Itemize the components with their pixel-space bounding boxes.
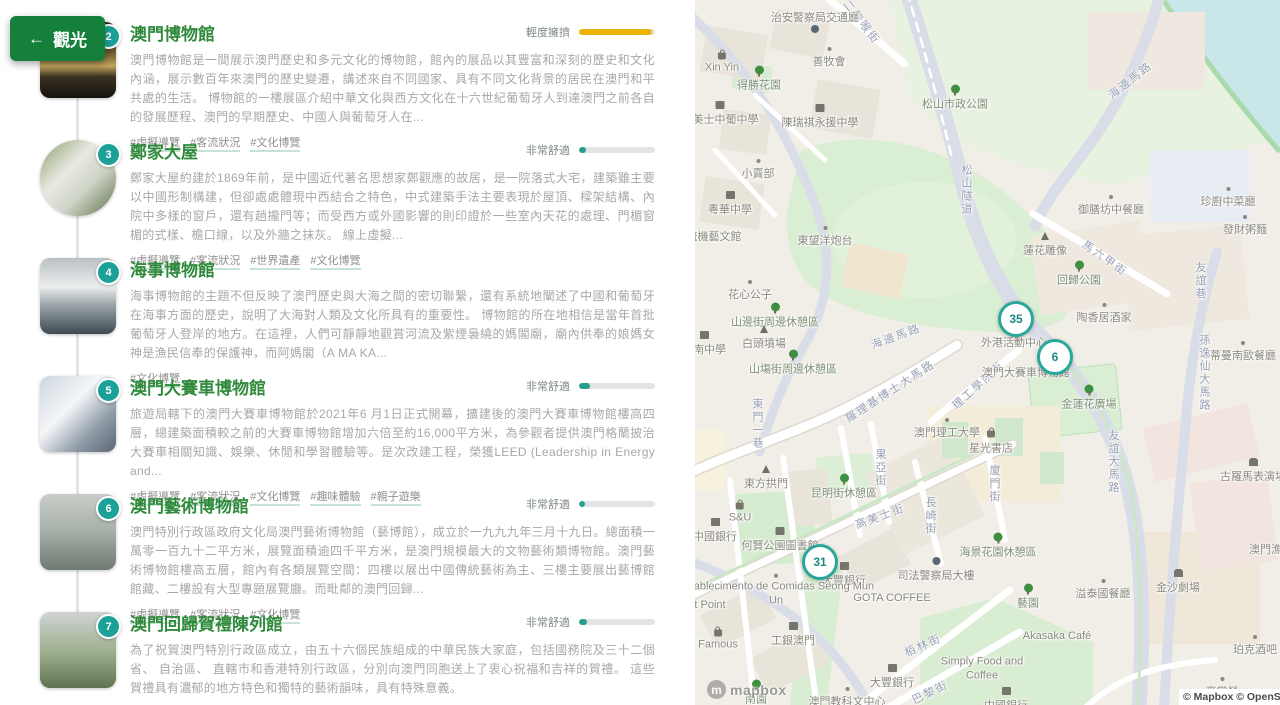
crowd-status-bar: [579, 147, 655, 153]
attraction-item: 5 澳門大賽車博物館 非常舒適 旅遊局轄下的澳門大賽車博物館於2021年6 月1…: [0, 369, 695, 487]
attraction-item: 7 澳門回歸賀禮陳列館 非常舒適 為了祝賀澳門特別行政區成立，由五十六個民族組成…: [0, 605, 695, 705]
attraction-description: 為了祝賀澳門特別行政區成立，由五十六個民族組成的中華民族大家庭，包括國務院及三十…: [130, 641, 655, 698]
attraction-item: 4 海事博物館 海事博物館的主題不但反映了澳門歷史與大海之間的密切聯繫，還有系統…: [0, 251, 695, 369]
mapbox-logo[interactable]: m mapbox: [707, 680, 787, 699]
crowd-status-label: 非常舒適: [526, 378, 570, 394]
crowd-status-bar-fill: [579, 29, 652, 35]
back-button[interactable]: ← 觀光: [10, 16, 105, 61]
attraction-description: 旅遊局轄下的澳門大賽車博物館於2021年6 月1日正式開幕，擴建後的澳門大賽車博…: [130, 405, 655, 481]
back-arrow-icon: ←: [28, 29, 45, 49]
map-attribution[interactable]: © Mapbox © OpenStreetMap: [1179, 689, 1280, 705]
map[interactable]: 二龍喉街海邊馬路松山隧道馬六甲街友誼巷孫逸仙大馬路海邊馬路羅理基博士大馬路理工學…: [695, 0, 1280, 705]
crowd-status-label: 非常舒適: [526, 614, 570, 630]
crowd-status-bar-fill: [579, 501, 585, 507]
map-marker-35[interactable]: 35: [998, 301, 1034, 337]
attraction-number-badge: 7: [96, 614, 121, 639]
attraction-title[interactable]: 澳門博物館: [130, 20, 215, 45]
attraction-title[interactable]: 鄭家大屋: [130, 138, 198, 163]
attraction-number-badge: 4: [96, 260, 121, 285]
attraction-description: 海事博物館的主題不但反映了澳門歷史與大海之間的密切聯繫，還有系統地闡述了中國和葡…: [130, 287, 655, 363]
map-marker-6[interactable]: 6: [1037, 339, 1073, 375]
crowd-status: 輕度擁擠: [526, 24, 655, 40]
attraction-description: 澳門博物館是一間展示澳門歷史和多元文化的博物館，館內的展品以其豐富和深刻的歷史和…: [130, 51, 655, 127]
crowd-status-bar: [579, 619, 655, 625]
attraction-title[interactable]: 澳門回歸賀禮陳列館: [130, 610, 283, 635]
attraction-title[interactable]: 海事博物館: [130, 256, 215, 281]
attraction-item: 6 澳門藝術博物館 非常舒適 澳門特別行政區政府文化局澳門藝術博物館（藝博館），…: [0, 487, 695, 605]
crowd-status: 非常舒適: [526, 378, 655, 394]
crowd-status-bar: [579, 501, 655, 507]
mapbox-logo-icon: m: [707, 680, 726, 699]
back-button-label: 觀光: [53, 26, 87, 51]
attraction-title[interactable]: 澳門大賽車博物館: [130, 374, 266, 399]
crowd-status: 非常舒適: [526, 142, 655, 158]
attraction-number-badge: 6: [96, 496, 121, 521]
crowd-status: 非常舒適: [526, 614, 655, 630]
attraction-description: 澳門特別行政區政府文化局澳門藝術博物館（藝博館），成立於一九九九年三月十九日。總…: [130, 523, 655, 599]
crowd-status-bar-fill: [579, 383, 590, 389]
map-attribution-text: © Mapbox © OpenStreetMap: [1183, 691, 1280, 703]
crowd-status-label: 非常舒適: [526, 496, 570, 512]
crowd-status-label: 非常舒適: [526, 142, 570, 158]
map-markers: 356 31: [695, 0, 1280, 705]
attraction-number-badge: 5: [96, 378, 121, 403]
mapbox-logo-text: mapbox: [730, 682, 787, 698]
attraction-item: 3 鄭家大屋 非常舒適 鄭家大屋約建於1869年前，是中國近代著名思想家鄭觀應的…: [0, 133, 695, 251]
attraction-description: 鄭家大屋約建於1869年前，是中國近代著名思想家鄭觀應的故居，是一院落式大宅，建…: [130, 169, 655, 245]
crowd-status-label: 輕度擁擠: [526, 24, 570, 40]
crowd-status-bar: [579, 29, 655, 35]
attractions-panel: ← 觀光 2 澳門博物館 輕度擁擠 澳門博物館是一間展示澳門歷史和多元文化的博物…: [0, 0, 695, 705]
crowd-status-bar-fill: [579, 619, 587, 625]
attraction-title[interactable]: 澳門藝術博物館: [130, 492, 249, 517]
attraction-number-badge: 3: [96, 142, 121, 167]
map-marker-31[interactable]: 31: [802, 544, 838, 580]
crowd-status: 非常舒適: [526, 496, 655, 512]
crowd-status-bar-fill: [579, 147, 586, 153]
crowd-status-bar: [579, 383, 655, 389]
